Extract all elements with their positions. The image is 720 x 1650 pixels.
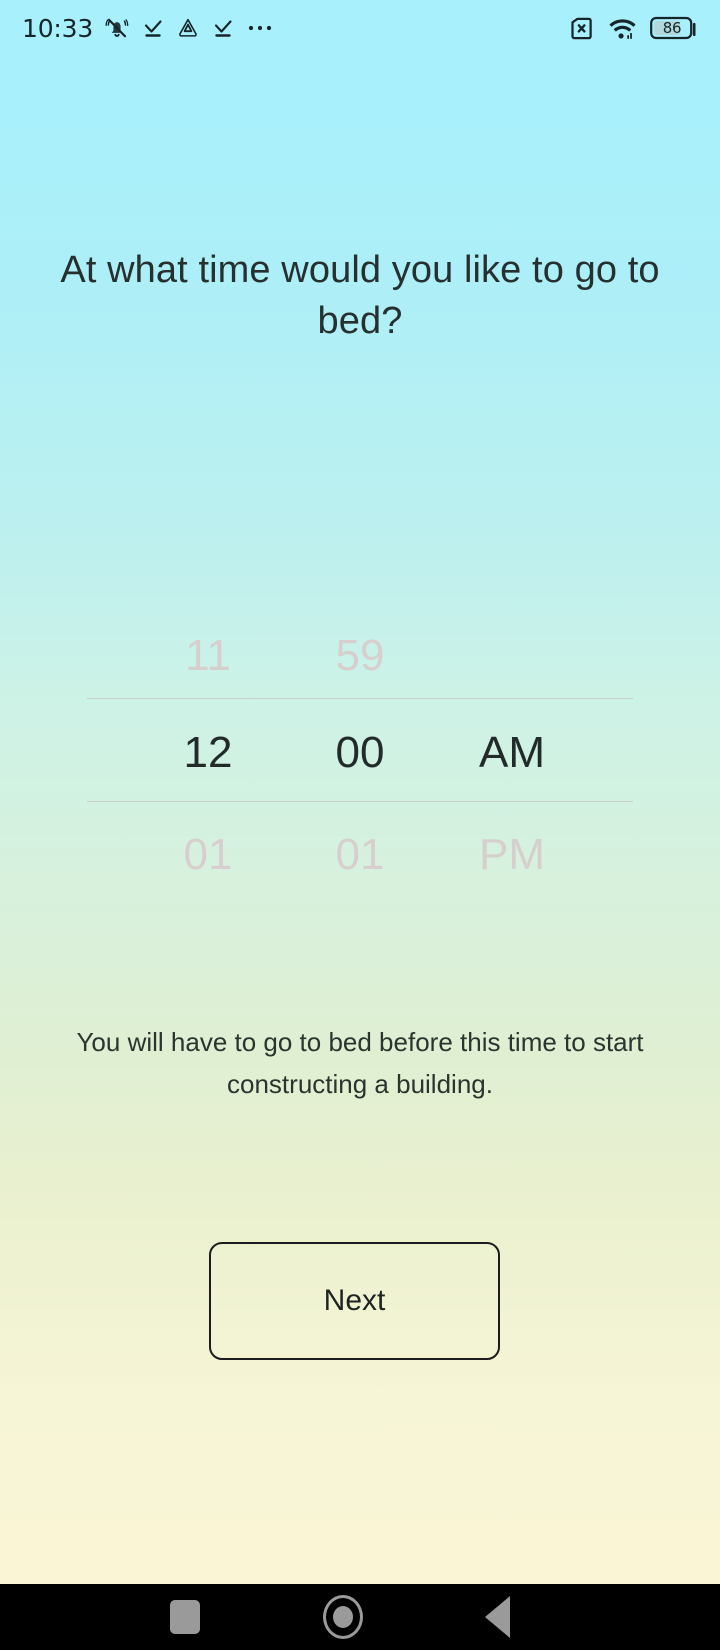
sim-card-disabled-icon: [571, 17, 592, 39]
picker-row-previous[interactable]: 11 59: [0, 634, 720, 678]
wifi-icon: [609, 18, 636, 39]
nav-recents-button[interactable]: [145, 1584, 225, 1650]
picker-row-next[interactable]: 01 01 PM: [0, 833, 720, 877]
nav-back-button[interactable]: [457, 1584, 537, 1650]
picker-minute-selected[interactable]: 00: [284, 731, 436, 775]
triangle-left-icon: [484, 1596, 510, 1638]
picker-minute-next[interactable]: 01: [284, 833, 436, 877]
bell-muted-icon: [105, 18, 129, 38]
page-title: At what time would you like to go to bed…: [60, 249, 660, 342]
download-check-icon: [144, 20, 162, 37]
battery-level-text: 86: [662, 18, 682, 37]
status-bar-right-group: 86: [568, 15, 698, 42]
battery-icon: 86: [650, 15, 698, 41]
status-bar-left-group: 10:33: [22, 15, 568, 41]
next-button[interactable]: Next: [209, 1242, 500, 1360]
triangle-app-icon: [179, 18, 197, 37]
download-check-icon-2: [214, 20, 232, 37]
square-icon: [170, 1600, 200, 1634]
picker-row-selected[interactable]: 12 00 AM: [0, 731, 720, 775]
system-navigation-bar: [0, 1584, 720, 1650]
time-picker[interactable]: 11 59 12 00 AM 01 01 PM: [0, 601, 720, 911]
circle-inner-dot-icon: [333, 1606, 353, 1628]
status-clock: 10:33: [22, 13, 94, 43]
picker-divider-bottom: [87, 801, 633, 802]
picker-divider-top: [87, 698, 633, 699]
helper-description: You will have to go to bed before this t…: [76, 1027, 644, 1100]
circle-icon: [323, 1595, 363, 1639]
picker-minute-previous[interactable]: 59: [284, 634, 436, 678]
picker-hour-next[interactable]: 01: [132, 833, 284, 877]
picker-hour-selected[interactable]: 12: [132, 731, 284, 775]
status-bar: 10:33 86: [0, 0, 720, 56]
nav-home-button[interactable]: [303, 1584, 383, 1650]
picker-period-next[interactable]: PM: [436, 833, 588, 877]
main-content: At what time would you like to go to bed…: [0, 56, 720, 1584]
picker-hour-previous[interactable]: 11: [132, 634, 284, 678]
more-dots-icon: [248, 25, 272, 31]
picker-period-selected[interactable]: AM: [436, 731, 588, 775]
phone-screen: 10:33 86 At what time would you like to …: [0, 0, 720, 1650]
